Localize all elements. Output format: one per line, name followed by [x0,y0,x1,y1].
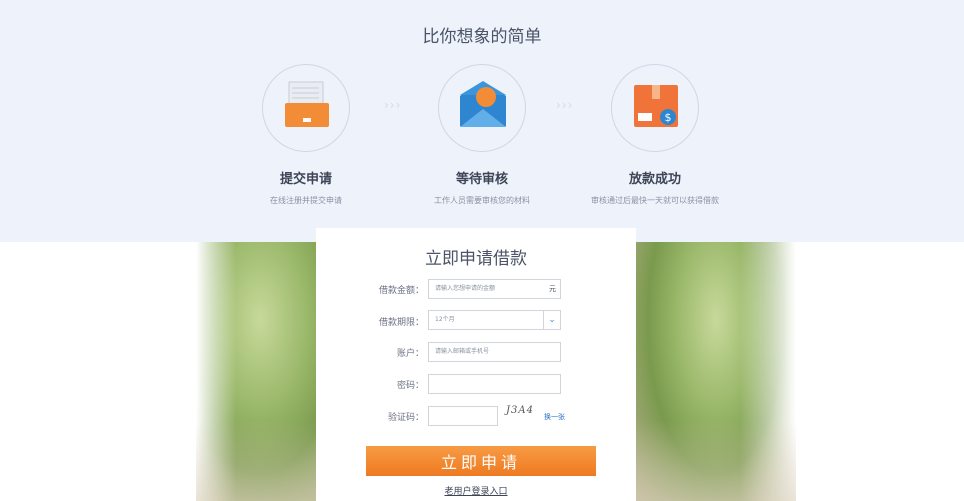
money-box-icon: $ [634,85,678,127]
amount-label: 借款金额： [378,286,424,296]
step-desc: 在线注册并提交申请 [270,196,342,205]
amount-input[interactable]: 请输入您想申请的金额 元 [428,279,561,299]
loan-form: 立即申请借款 借款金额： 请输入您想申请的金额 元 借款期限： 12个月 ⌄ 账… [316,228,636,501]
step-review: 等待审核 工作人员需要审核您的材料 [402,64,562,206]
step-arrows: ››› [384,98,402,112]
slogan: 比你想象的简单 [422,27,542,47]
drawer-icon [285,81,329,127]
step-desc: 工作人员需要审核您的材料 [434,196,530,205]
step-title: 等待审核 [455,172,508,187]
chevron-down-icon[interactable]: ⌄ [543,311,560,329]
amount-placeholder: 请输入您想申请的金额 [435,285,496,292]
account-input[interactable]: 请输入邮箱或手机号 [428,342,561,362]
step-arrows: ››› [556,98,574,112]
form-title: 立即申请借款 [425,249,527,269]
step-circle [438,64,526,152]
term-value: 12个月 [435,316,455,323]
submit-button[interactable]: 立即申请 [366,446,596,476]
account-label: 账户： [396,349,424,359]
step-title: 提交申请 [279,172,332,187]
step-circle [262,64,350,152]
term-select[interactable]: 12个月 ⌄ [428,310,561,330]
envelope-icon [460,81,506,127]
captcha-image[interactable]: J3A4 [506,405,540,423]
captcha-label: 验证码： [387,413,424,423]
password-input[interactable] [428,374,561,394]
captcha-input[interactable] [428,406,498,426]
step-loan: $ 放款成功 审核通过后最快一天就可以获得借款 [575,64,735,206]
step-circle: $ [611,64,699,152]
step-title: 放款成功 [628,172,681,187]
term-label: 借款期限： [378,318,424,328]
step-desc: 审核通过后最快一天就可以获得借款 [591,196,719,205]
amount-unit: 元 [549,285,556,293]
captcha-refresh-link[interactable]: 换一张 [544,412,565,422]
account-placeholder: 请输入邮箱或手机号 [435,348,490,355]
hero-band: 比你想象的简单 提交申请 在线注册并提交申请 ››› 等待审核 工作人员需要审核… [0,0,964,242]
svg-text:$: $ [665,111,672,124]
step-submit: 提交申请 在线注册并提交申请 [226,64,386,206]
password-label: 密码： [396,381,424,391]
old-user-login-link[interactable]: 老用户登录入口 [316,484,636,497]
